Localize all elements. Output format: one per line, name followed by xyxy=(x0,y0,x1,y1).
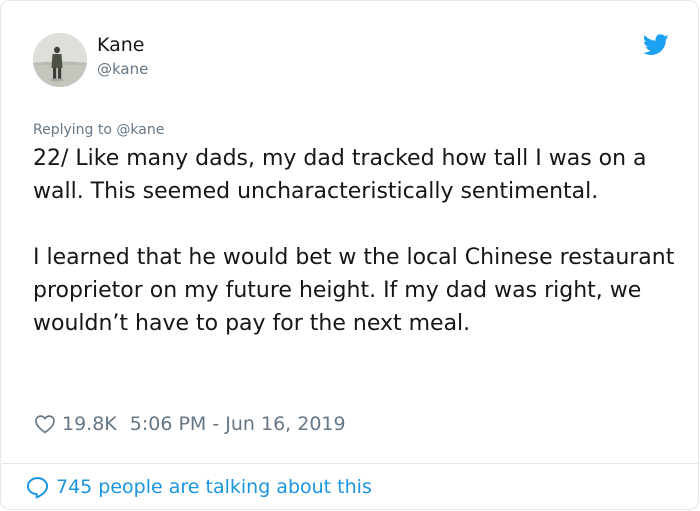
tweet-meta: 19.8K 5:06 PM - Jun 16, 2019 xyxy=(34,411,346,437)
avatar[interactable] xyxy=(33,33,87,87)
tweet-paragraph: 22/ Like many dads, my dad tracked how t… xyxy=(33,146,647,204)
author-handle[interactable]: @kane xyxy=(97,59,148,79)
speech-bubble-icon xyxy=(26,476,49,498)
replying-to-label: Replying to xyxy=(33,122,117,138)
replying-to-mention[interactable]: @kane xyxy=(116,122,164,138)
avatar-photo xyxy=(33,33,87,87)
divider xyxy=(2,463,699,464)
tweet-text: 22/ Like many dads, my dad tracked how t… xyxy=(33,142,678,340)
author-name[interactable]: Kane xyxy=(97,33,145,57)
replying-to: Replying to @kane xyxy=(33,120,164,140)
embedded-tweet-card: Kane @kane Replying to @kane 22/ Like ma… xyxy=(0,0,699,510)
conversation-count-label[interactable]: 745 people are talking about this xyxy=(56,476,372,498)
twitter-bird-icon[interactable] xyxy=(643,34,669,56)
tweet-paragraph: I learned that he would bet w the local … xyxy=(33,245,675,336)
like-count[interactable]: 19.8K xyxy=(62,413,117,435)
heart-icon[interactable] xyxy=(34,413,56,435)
tweet-timestamp[interactable]: 5:06 PM - Jun 16, 2019 xyxy=(130,413,346,435)
conversation-link[interactable]: 745 people are talking about this xyxy=(25,474,372,500)
